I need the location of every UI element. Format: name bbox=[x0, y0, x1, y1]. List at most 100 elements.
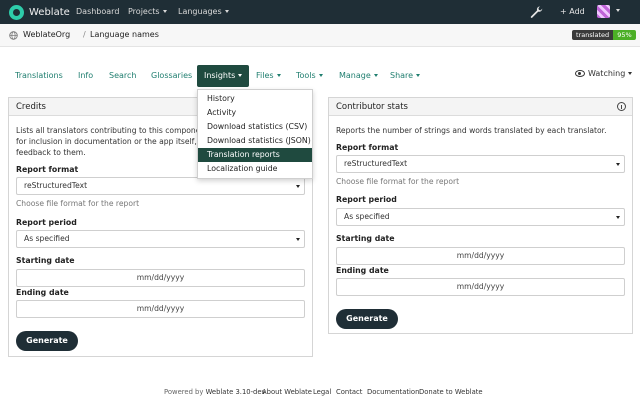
chevron-down-icon bbox=[616, 216, 620, 219]
credits-description: Lists all translators contributing to th… bbox=[16, 125, 217, 158]
brand[interactable]: Weblate bbox=[9, 4, 70, 20]
chevron-down-icon bbox=[318, 74, 323, 77]
translated-badge: translated 95% bbox=[572, 30, 636, 40]
tab-glossaries[interactable]: Glossaries bbox=[151, 71, 192, 80]
watching-toggle[interactable]: Watching bbox=[575, 69, 633, 78]
chevron-down-icon bbox=[238, 74, 243, 77]
add-button[interactable]: + Add bbox=[560, 7, 585, 16]
starting-date-label: Starting date bbox=[16, 256, 75, 265]
nav-languages-label: Languages bbox=[178, 7, 222, 16]
starting-date-label: Starting date bbox=[336, 234, 395, 243]
tab-share-label: Share bbox=[390, 71, 414, 80]
ending-date-input[interactable]: mm/dd/yyyy bbox=[336, 278, 625, 296]
contributor-stats-panel: Contributor stats Reports the number of … bbox=[328, 97, 633, 334]
eye-icon bbox=[575, 70, 585, 77]
report-period-select[interactable]: As specified bbox=[336, 208, 625, 226]
tab-files-label: Files bbox=[256, 71, 274, 80]
credits-description-line: feedback to them. bbox=[16, 148, 86, 157]
tab-translations[interactable]: Translations bbox=[15, 71, 63, 80]
report-format-help: Choose file format for the report bbox=[16, 199, 140, 208]
report-format-select[interactable]: reStructuredText bbox=[16, 177, 305, 195]
chevron-down-icon bbox=[373, 74, 378, 77]
tab-search[interactable]: Search bbox=[109, 71, 136, 80]
starting-date-input[interactable]: mm/dd/yyyy bbox=[336, 247, 625, 265]
tab-insights[interactable]: Insights bbox=[197, 65, 250, 87]
contributor-stats-title: Contributor stats bbox=[336, 102, 408, 112]
report-period-value: As specified bbox=[344, 212, 390, 221]
footer-powered-by: Powered by Weblate 3.10-dev bbox=[164, 388, 266, 396]
menu-item-download-json[interactable]: Download statistics (JSON) bbox=[198, 134, 312, 148]
tab-tools-label: Tools bbox=[296, 71, 316, 80]
report-format-label: Report format bbox=[16, 165, 79, 174]
top-navbar: Weblate Dashboard Projects Languages + A… bbox=[0, 0, 640, 24]
chevron-down-icon bbox=[276, 74, 281, 77]
nav-projects[interactable]: Projects bbox=[128, 7, 167, 16]
component-tabs: Translations Info Search Glossaries Insi… bbox=[0, 63, 640, 89]
chevron-down-icon bbox=[296, 238, 300, 241]
menu-item-translation-reports[interactable]: Translation reports bbox=[198, 148, 312, 162]
starting-date-input[interactable]: mm/dd/yyyy bbox=[16, 269, 305, 287]
report-format-label: Report format bbox=[336, 143, 399, 152]
wrench-icon[interactable] bbox=[529, 5, 543, 19]
watching-label: Watching bbox=[588, 69, 626, 78]
ending-date-input[interactable]: mm/dd/yyyy bbox=[16, 300, 305, 318]
globe-icon bbox=[9, 31, 18, 40]
menu-item-localization-guide[interactable]: Localization guide bbox=[198, 162, 312, 176]
credits-description-line: for inclusion in documentation or the ap… bbox=[16, 137, 217, 146]
ending-date-label: Ending date bbox=[336, 266, 389, 275]
breadcrumb-separator: / bbox=[83, 30, 86, 39]
chevron-down-icon bbox=[296, 185, 300, 188]
badge-value: 95% bbox=[613, 30, 636, 40]
contributor-stats-description: Reports the number of strings and words … bbox=[336, 126, 607, 135]
report-period-label: Report period bbox=[16, 218, 77, 227]
chevron-down-icon bbox=[162, 10, 167, 13]
info-icon[interactable] bbox=[617, 102, 626, 111]
breadcrumb-project[interactable]: WeblateOrg bbox=[23, 30, 70, 39]
tab-manage-label: Manage bbox=[339, 71, 371, 80]
report-period-label: Report period bbox=[336, 195, 397, 204]
tab-share[interactable]: Share bbox=[390, 71, 421, 80]
footer-donate-link[interactable]: Donate to Weblate bbox=[419, 388, 483, 396]
chevron-down-icon bbox=[416, 74, 421, 77]
tab-files[interactable]: Files bbox=[256, 71, 281, 80]
report-period-select[interactable]: As specified bbox=[16, 230, 305, 248]
contributor-stats-header: Contributor stats bbox=[329, 98, 632, 116]
tab-insights-label: Insights bbox=[204, 71, 236, 80]
tab-info[interactable]: Info bbox=[78, 71, 93, 80]
report-format-value: reStructuredText bbox=[24, 181, 88, 190]
weblate-logo-icon bbox=[9, 4, 24, 20]
chevron-down-icon bbox=[616, 163, 620, 166]
report-format-help: Choose file format for the report bbox=[336, 177, 460, 186]
footer-contact-link[interactable]: Contact bbox=[336, 388, 362, 396]
chevron-down-icon[interactable] bbox=[616, 9, 620, 12]
generate-button[interactable]: Generate bbox=[336, 309, 398, 329]
nav-languages[interactable]: Languages bbox=[178, 7, 229, 16]
footer-documentation-link[interactable]: Documentation bbox=[367, 388, 419, 396]
chevron-down-icon bbox=[224, 10, 229, 13]
insights-dropdown-menu: History Activity Download statistics (CS… bbox=[197, 89, 313, 179]
footer: Powered by Weblate 3.10-dev About Weblat… bbox=[0, 388, 640, 398]
breadcrumb-component[interactable]: Language names bbox=[90, 30, 159, 39]
nav-dashboard[interactable]: Dashboard bbox=[76, 7, 119, 16]
badge-label: translated bbox=[572, 30, 614, 40]
menu-item-history[interactable]: History bbox=[198, 92, 312, 106]
generate-button[interactable]: Generate bbox=[16, 331, 78, 351]
report-format-select[interactable]: reStructuredText bbox=[336, 155, 625, 173]
footer-legal-link[interactable]: Legal bbox=[313, 388, 331, 396]
nav-projects-label: Projects bbox=[128, 7, 160, 16]
brand-name: Weblate bbox=[29, 6, 70, 18]
menu-item-activity[interactable]: Activity bbox=[198, 106, 312, 120]
chevron-down-icon bbox=[628, 72, 633, 75]
avatar[interactable] bbox=[597, 5, 610, 18]
menu-item-download-csv[interactable]: Download statistics (CSV) bbox=[198, 120, 312, 134]
footer-weblate-version-link[interactable]: Weblate 3.10-dev bbox=[206, 388, 266, 396]
footer-about-link[interactable]: About Weblate bbox=[262, 388, 312, 396]
footer-powered-prefix: Powered by bbox=[164, 388, 204, 396]
ending-date-label: Ending date bbox=[16, 288, 69, 297]
tab-tools[interactable]: Tools bbox=[296, 71, 323, 80]
report-format-value: reStructuredText bbox=[344, 159, 408, 168]
credits-description-line: Lists all translators contributing to th… bbox=[16, 126, 209, 135]
breadcrumb: WeblateOrg / Language names bbox=[0, 24, 640, 47]
report-period-value: As specified bbox=[24, 234, 70, 243]
tab-manage[interactable]: Manage bbox=[339, 71, 378, 80]
